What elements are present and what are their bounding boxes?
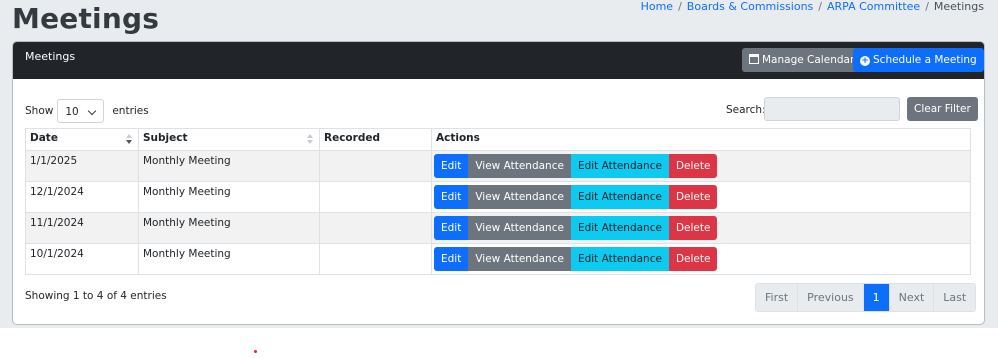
- page-title: Meetings: [12, 2, 160, 35]
- view-attendance-button[interactable]: View Attendance: [468, 247, 571, 271]
- edit-attendance-button[interactable]: Edit Attendance: [570, 216, 669, 240]
- table-header-row: Date Subject Recorded Actions: [25, 128, 971, 151]
- page-length-control: Show 10 entries: [25, 99, 149, 123]
- table-info: Showing 1 to 4 of 4 entries: [25, 290, 167, 302]
- pagination: First Previous 1 Next Last: [755, 283, 977, 312]
- pagination-last[interactable]: Last: [934, 284, 976, 311]
- entries-label: entries: [112, 105, 149, 117]
- cell-recorded: [319, 181, 432, 213]
- pagination-next[interactable]: Next: [889, 284, 935, 311]
- view-attendance-button[interactable]: View Attendance: [468, 185, 571, 209]
- table-row: 11/1/2024 Monthly Meeting Edit View Atten…: [25, 212, 971, 244]
- column-header-subject[interactable]: Subject: [138, 128, 320, 151]
- plus-circle-icon: +: [860, 56, 870, 66]
- clear-filter-button[interactable]: Clear Filter: [907, 97, 978, 121]
- show-label: Show: [25, 105, 54, 117]
- delete-button[interactable]: Delete: [668, 185, 718, 209]
- cursor-dot: [254, 350, 257, 353]
- page-length-select[interactable]: 10: [57, 99, 105, 123]
- schedule-meeting-button[interactable]: + Schedule a Meeting: [853, 48, 984, 72]
- manage-calendar-label: Manage Calendar: [762, 54, 855, 66]
- table-row: 10/1/2024 Monthly Meeting Edit View Atten…: [25, 243, 971, 275]
- column-header-actions: Actions: [431, 128, 971, 151]
- search-input[interactable]: [764, 97, 900, 121]
- edit-button[interactable]: Edit: [434, 247, 469, 271]
- breadcrumb-boards-link[interactable]: Boards & Commissions: [687, 0, 813, 13]
- sort-icon: [307, 134, 313, 146]
- cell-date: 1/1/2025: [25, 150, 139, 182]
- cell-recorded: [319, 243, 432, 275]
- cell-date: 10/1/2024: [25, 243, 139, 275]
- search-label: Search:: [726, 104, 766, 116]
- manage-calendar-button[interactable]: Manage Calendar: [742, 48, 862, 72]
- delete-button[interactable]: Delete: [668, 154, 718, 178]
- table-row: 1/1/2025 Monthly Meeting Edit View Attend…: [25, 150, 971, 182]
- view-attendance-button[interactable]: View Attendance: [468, 216, 571, 240]
- breadcrumb-committee-link[interactable]: ARPA Committee: [827, 0, 920, 13]
- delete-button[interactable]: Delete: [668, 216, 718, 240]
- cell-recorded: [319, 150, 432, 182]
- cell-date: 12/1/2024: [25, 181, 139, 213]
- sort-descending-icon: [126, 134, 132, 146]
- breadcrumb-current: Meetings: [933, 0, 984, 13]
- cell-subject: Monthly Meeting: [138, 181, 320, 213]
- edit-attendance-button[interactable]: Edit Attendance: [570, 154, 669, 178]
- pagination-previous[interactable]: Previous: [798, 284, 864, 311]
- cell-subject: Monthly Meeting: [138, 243, 320, 275]
- edit-button[interactable]: Edit: [434, 216, 469, 240]
- breadcrumb: Home / Boards & Commissions / ARPA Committee…: [640, 0, 984, 13]
- breadcrumb-home-link[interactable]: Home: [641, 0, 673, 13]
- edit-attendance-button[interactable]: Edit Attendance: [570, 185, 669, 209]
- cell-actions: Edit View Attendance Edit Attendance Delete: [431, 150, 971, 182]
- cell-date: 11/1/2024: [25, 212, 139, 244]
- card-header-title: Meetings: [25, 50, 76, 63]
- pagination-page-1[interactable]: 1: [863, 284, 890, 311]
- meetings-card: Meetings Manage Calendar + Schedule a Mee…: [12, 41, 985, 325]
- cell-subject: Monthly Meeting: [138, 150, 320, 182]
- column-header-recorded: Recorded: [319, 128, 432, 151]
- chevron-down-icon: [88, 106, 97, 116]
- cell-subject: Monthly Meeting: [138, 212, 320, 244]
- view-attendance-button[interactable]: View Attendance: [468, 154, 571, 178]
- meetings-table: Date Subject Recorded Actions 1/1/2025 M…: [25, 128, 971, 275]
- table-row: 12/1/2024 Monthly Meeting Edit View Atten…: [25, 181, 971, 213]
- card-header: Meetings Manage Calendar + Schedule a Mee…: [13, 42, 984, 79]
- edit-button[interactable]: Edit: [434, 154, 469, 178]
- cell-actions: Edit View Attendance Edit Attendance Delete: [431, 181, 971, 213]
- cell-recorded: [319, 212, 432, 244]
- cell-actions: Edit View Attendance Edit Attendance Delete: [431, 243, 971, 275]
- schedule-meeting-label: Schedule a Meeting: [873, 54, 977, 66]
- calendar-icon: [749, 54, 759, 64]
- pagination-first[interactable]: First: [756, 284, 799, 311]
- edit-button[interactable]: Edit: [434, 185, 469, 209]
- edit-attendance-button[interactable]: Edit Attendance: [570, 247, 669, 271]
- column-header-date[interactable]: Date: [25, 128, 139, 151]
- delete-button[interactable]: Delete: [668, 247, 718, 271]
- page-length-value: 10: [65, 106, 79, 118]
- cell-actions: Edit View Attendance Edit Attendance Delete: [431, 212, 971, 244]
